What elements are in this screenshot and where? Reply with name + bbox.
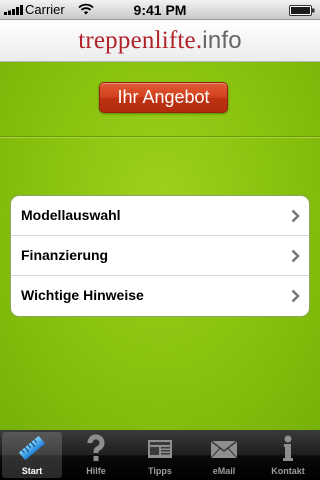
ruler-icon bbox=[19, 436, 45, 460]
logo-domain-text: info bbox=[202, 27, 242, 54]
menu-item-modellauswahl[interactable]: Modellauswahl bbox=[11, 196, 309, 236]
tab-tipps[interactable]: Tipps bbox=[130, 432, 190, 478]
newspaper-icon bbox=[148, 440, 172, 458]
menu-list: Modellauswahl Finanzierung Wichtige Hinw… bbox=[10, 195, 310, 317]
question-mark-icon bbox=[87, 434, 105, 461]
tab-email[interactable]: eMail bbox=[194, 432, 254, 478]
status-bar: Carrier 9:41 PM bbox=[0, 0, 320, 20]
menu-item-label: Wichtige Hinweise bbox=[21, 287, 144, 303]
status-time: 9:41 PM bbox=[133, 2, 187, 18]
tab-bar: Start Hilfe Tipps eMail Kontakt bbox=[0, 430, 320, 480]
offer-button[interactable]: Ihr Angebot bbox=[99, 82, 228, 113]
logo-main-text: treppenlifte. bbox=[78, 27, 203, 54]
tab-label: Kontakt bbox=[271, 466, 305, 476]
chevron-right-icon bbox=[291, 249, 300, 263]
section-divider bbox=[0, 136, 320, 138]
tab-label: Tipps bbox=[148, 466, 172, 476]
info-icon bbox=[283, 435, 293, 461]
tab-kontakt[interactable]: Kontakt bbox=[258, 432, 318, 478]
tab-start[interactable]: Start bbox=[2, 432, 62, 478]
menu-item-label: Modellauswahl bbox=[21, 207, 121, 223]
app-header: treppenlifte.info bbox=[0, 20, 320, 62]
envelope-icon bbox=[210, 440, 238, 459]
tab-label: Start bbox=[21, 466, 43, 476]
site-logo: treppenlifte.info bbox=[78, 26, 242, 55]
tab-label: Hilfe bbox=[86, 466, 106, 476]
chevron-right-icon bbox=[291, 209, 300, 223]
menu-item-finanzierung[interactable]: Finanzierung bbox=[11, 236, 309, 276]
tab-label: eMail bbox=[212, 466, 236, 476]
chevron-right-icon bbox=[291, 289, 300, 303]
main-content: Ihr Angebot Modellauswahl Finanzierung W… bbox=[0, 62, 320, 430]
menu-item-label: Finanzierung bbox=[21, 247, 109, 263]
tab-hilfe[interactable]: Hilfe bbox=[66, 432, 126, 478]
menu-item-wichtige-hinweise[interactable]: Wichtige Hinweise bbox=[11, 276, 309, 316]
battery-icon bbox=[289, 5, 315, 16]
